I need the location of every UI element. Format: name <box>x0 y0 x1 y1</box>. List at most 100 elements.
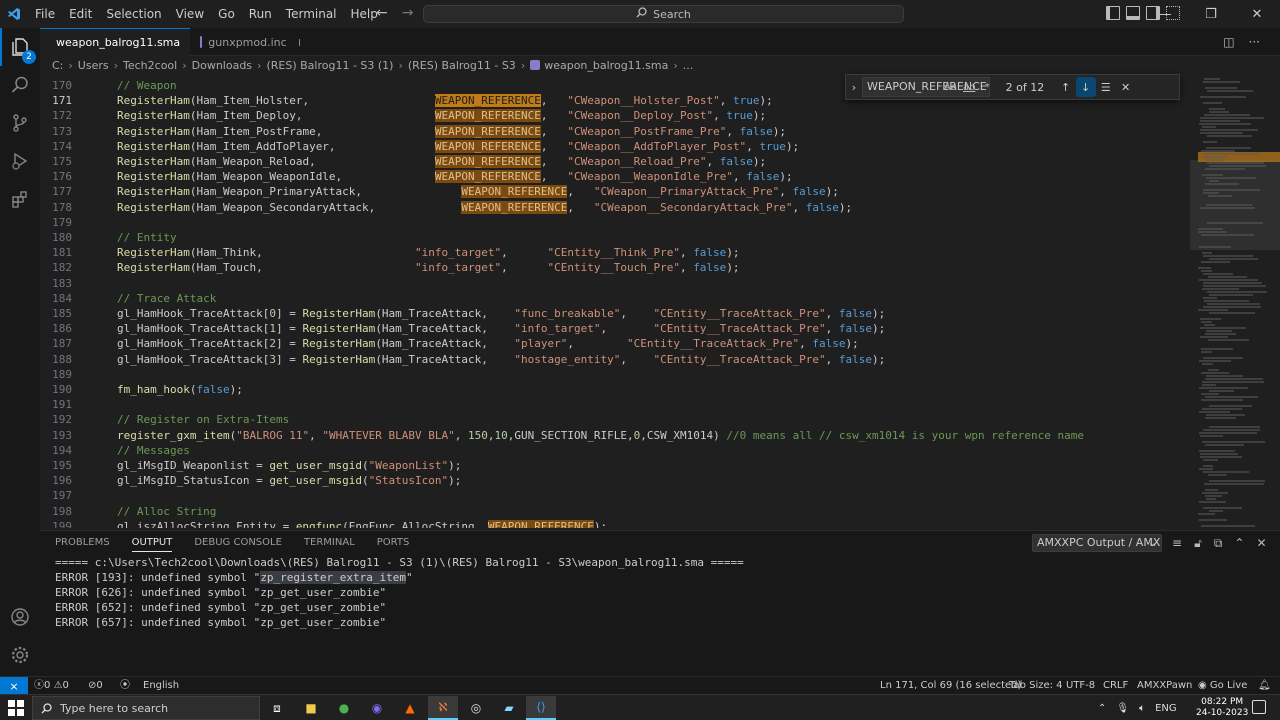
code-line[interactable]: 179 <box>40 215 1190 230</box>
code-editor[interactable]: 170// Weapon 171 RegisterHam(Ham_Item_Hols… <box>40 78 1190 528</box>
code-line[interactable]: 190 fm_ham_hook(false); <box>40 382 1190 397</box>
breadcrumb-item[interactable]: ... <box>683 59 694 72</box>
notifications-bell-icon[interactable]: 🔔︎ <box>1258 677 1271 695</box>
code-line[interactable]: 195 gl_iMsgID_Weaponlist = get_user_msgid… <box>40 458 1190 473</box>
tab-output[interactable]: OUTPUT <box>131 537 173 552</box>
code-line[interactable]: 183 <box>40 276 1190 291</box>
lock-scroll-icon[interactable]: 🔓︎ <box>1194 536 1202 551</box>
tab-gunxpmod[interactable]: gunxpmod.inc <box>190 28 310 56</box>
language-status[interactable]: English <box>143 677 179 695</box>
vscode-taskbar-icon[interactable]: ⟨⟩ <box>526 696 556 720</box>
code-line[interactable]: 199 gl_iszAllocString_Entity = engfunc(En… <box>40 519 1190 528</box>
toggle-primary-sidebar-icon[interactable] <box>1106 6 1120 20</box>
breadcrumb-item[interactable]: Downloads <box>192 59 252 72</box>
tab-problems[interactable]: PROBLEMS <box>55 537 110 552</box>
menu-terminal[interactable]: Terminal <box>279 0 344 28</box>
menu-run[interactable]: Run <box>242 0 279 28</box>
code-line[interactable]: 194 // Messages <box>40 443 1190 458</box>
breadcrumb-item[interactable]: C: <box>52 59 63 72</box>
file-encoding[interactable]: UTF-8 <box>1066 677 1095 695</box>
command-center-search[interactable]: Search <box>423 5 904 23</box>
app-icon[interactable]: ℵ <box>428 696 458 720</box>
tab-debug-console[interactable]: DEBUG CONSOLE <box>194 537 282 552</box>
code-line[interactable]: 191 <box>40 397 1190 412</box>
code-line[interactable]: 186 gl_HamHook_TraceAttack[1] = RegisterH… <box>40 321 1190 336</box>
code-line[interactable]: 182 RegisterHam(Ham_Touch, "info_target",… <box>40 260 1190 275</box>
menu-file[interactable]: File <box>28 0 62 28</box>
end-of-line[interactable]: CRLF <box>1103 677 1128 695</box>
search-view-button[interactable] <box>0 66 40 104</box>
code-line[interactable]: 178 RegisterHam(Ham_Weapon_SecondaryAttac… <box>40 200 1190 215</box>
code-line[interactable]: 188 gl_HamHook_TraceAttack[3] = RegisterH… <box>40 352 1190 367</box>
go-live-button[interactable]: ◉ Go Live <box>1198 677 1247 695</box>
code-line[interactable]: 198 // Alloc String <box>40 504 1190 519</box>
menu-edit[interactable]: Edit <box>62 0 99 28</box>
notes-icon[interactable]: ▰ <box>494 696 524 720</box>
language-mode[interactable]: AMXXPawn <box>1137 677 1192 695</box>
run-debug-button[interactable] <box>0 142 40 180</box>
task-view-icon[interactable]: ⧈ <box>262 696 292 720</box>
code-line[interactable]: 180 // Entity <box>40 230 1190 245</box>
match-whole-word-toggle[interactable]: ab <box>963 82 975 93</box>
microphone-icon[interactable]: 🎙︎ <box>1116 703 1129 714</box>
code-line[interactable]: 185 gl_HamHook_TraceAttack[0] = RegisterH… <box>40 306 1190 321</box>
forward-arrow-icon[interactable]: → <box>402 5 414 21</box>
menu-go[interactable]: Go <box>211 0 242 28</box>
breadcrumb-item[interactable]: (RES) Balrog11 - S3 (1) <box>266 59 393 72</box>
breadcrumb-item[interactable]: weapon_balrog11.sma <box>544 59 668 72</box>
notification-center-icon[interactable] <box>1252 700 1266 714</box>
explorer-button[interactable]: 2 <box>0 28 40 66</box>
unsaved-dot-icon[interactable] <box>298 38 300 46</box>
code-line[interactable]: 176 RegisterHam(Ham_Weapon_WeaponIdle, WE… <box>40 169 1190 184</box>
discord-icon[interactable]: ◉ <box>362 696 392 720</box>
obs-icon[interactable]: ◎ <box>461 696 491 720</box>
close-find-icon[interactable]: ✕ <box>1116 77 1136 97</box>
more-actions-icon[interactable]: ··· <box>1249 35 1260 49</box>
breadcrumb-item[interactable]: (RES) Balrog11 - S3 <box>408 59 516 72</box>
chrome-icon[interactable]: ● <box>329 696 359 720</box>
use-regex-toggle[interactable]: .* <box>981 82 989 93</box>
taskbar-search-box[interactable]: Type here to search <box>32 696 260 720</box>
code-line[interactable]: 193 register_gxm_item("BALROG 11", "WHATE… <box>40 428 1190 443</box>
maximize-panel-icon[interactable]: ⧉ <box>1214 536 1223 551</box>
minimap[interactable] <box>1190 78 1280 528</box>
tab-weapon-balrog11[interactable]: weapon_balrog11.sma <box>40 28 190 56</box>
tab-size[interactable]: Tab Size: 4 <box>1009 677 1063 695</box>
problems-status[interactable]: ⓧ0 ⚠0 <box>34 677 69 695</box>
ports-status[interactable]: ⊘0 <box>88 677 103 695</box>
close-icon[interactable]: ✕ <box>1234 0 1280 28</box>
code-line[interactable]: 196 gl_iMsgID_StatusIcon = get_user_msgid… <box>40 473 1190 488</box>
split-editor-icon[interactable]: ◫ <box>1223 35 1234 49</box>
minimize-icon[interactable]: — <box>1142 0 1188 28</box>
language-indicator[interactable]: ENG <box>1155 703 1177 714</box>
windows-start-icon[interactable] <box>8 700 24 716</box>
remote-indicator-icon[interactable]: ⨯ <box>0 677 28 695</box>
broadcast-icon[interactable]: ⦿ <box>120 677 130 695</box>
code-line[interactable]: 181 RegisterHam(Ham_Think, "info_target",… <box>40 245 1190 260</box>
cursor-position[interactable]: Ln 171, Col 69 (16 selected) <box>880 677 1021 695</box>
toggle-panel-icon[interactable] <box>1126 6 1140 20</box>
menu-view[interactable]: View <box>169 0 211 28</box>
tab-ports[interactable]: PORTS <box>377 537 410 552</box>
source-control-button[interactable] <box>0 104 40 142</box>
code-line[interactable]: 172 RegisterHam(Ham_Item_Deploy, WEAPON_R… <box>40 108 1190 123</box>
chevron-up-icon[interactable]: ⌃ <box>1098 703 1106 714</box>
breadcrumb-item[interactable]: Tech2cool <box>123 59 177 72</box>
code-line[interactable]: 184 // Trace Attack <box>40 291 1190 306</box>
clear-output-icon[interactable]: ≡ <box>1172 536 1182 551</box>
clock[interactable]: 08:22 PM 24-10-2023 <box>1196 697 1248 719</box>
match-case-toggle[interactable]: Aa <box>944 82 957 93</box>
toggle-replace-chevron-icon[interactable]: › <box>846 81 862 94</box>
breadcrumb-item[interactable]: Users <box>78 59 109 72</box>
manage-button[interactable] <box>0 636 40 674</box>
code-line[interactable]: 177 RegisterHam(Ham_Weapon_PrimaryAttack,… <box>40 184 1190 199</box>
code-line[interactable]: 197 <box>40 488 1190 503</box>
next-match-arrow-down-icon[interactable]: ↓ <box>1075 77 1096 97</box>
output-channel-select[interactable]: AMXXPC Output / AMX ⌄ <box>1032 534 1162 552</box>
accounts-button[interactable] <box>0 598 40 636</box>
code-line[interactable]: 175 RegisterHam(Ham_Weapon_Reload, WEAPON… <box>40 154 1190 169</box>
brave-icon[interactable]: ▲ <box>395 696 425 720</box>
menu-selection[interactable]: Selection <box>99 0 168 28</box>
back-arrow-icon[interactable]: ← <box>376 5 388 21</box>
chevron-up-icon[interactable]: ⌃ <box>1234 536 1244 551</box>
